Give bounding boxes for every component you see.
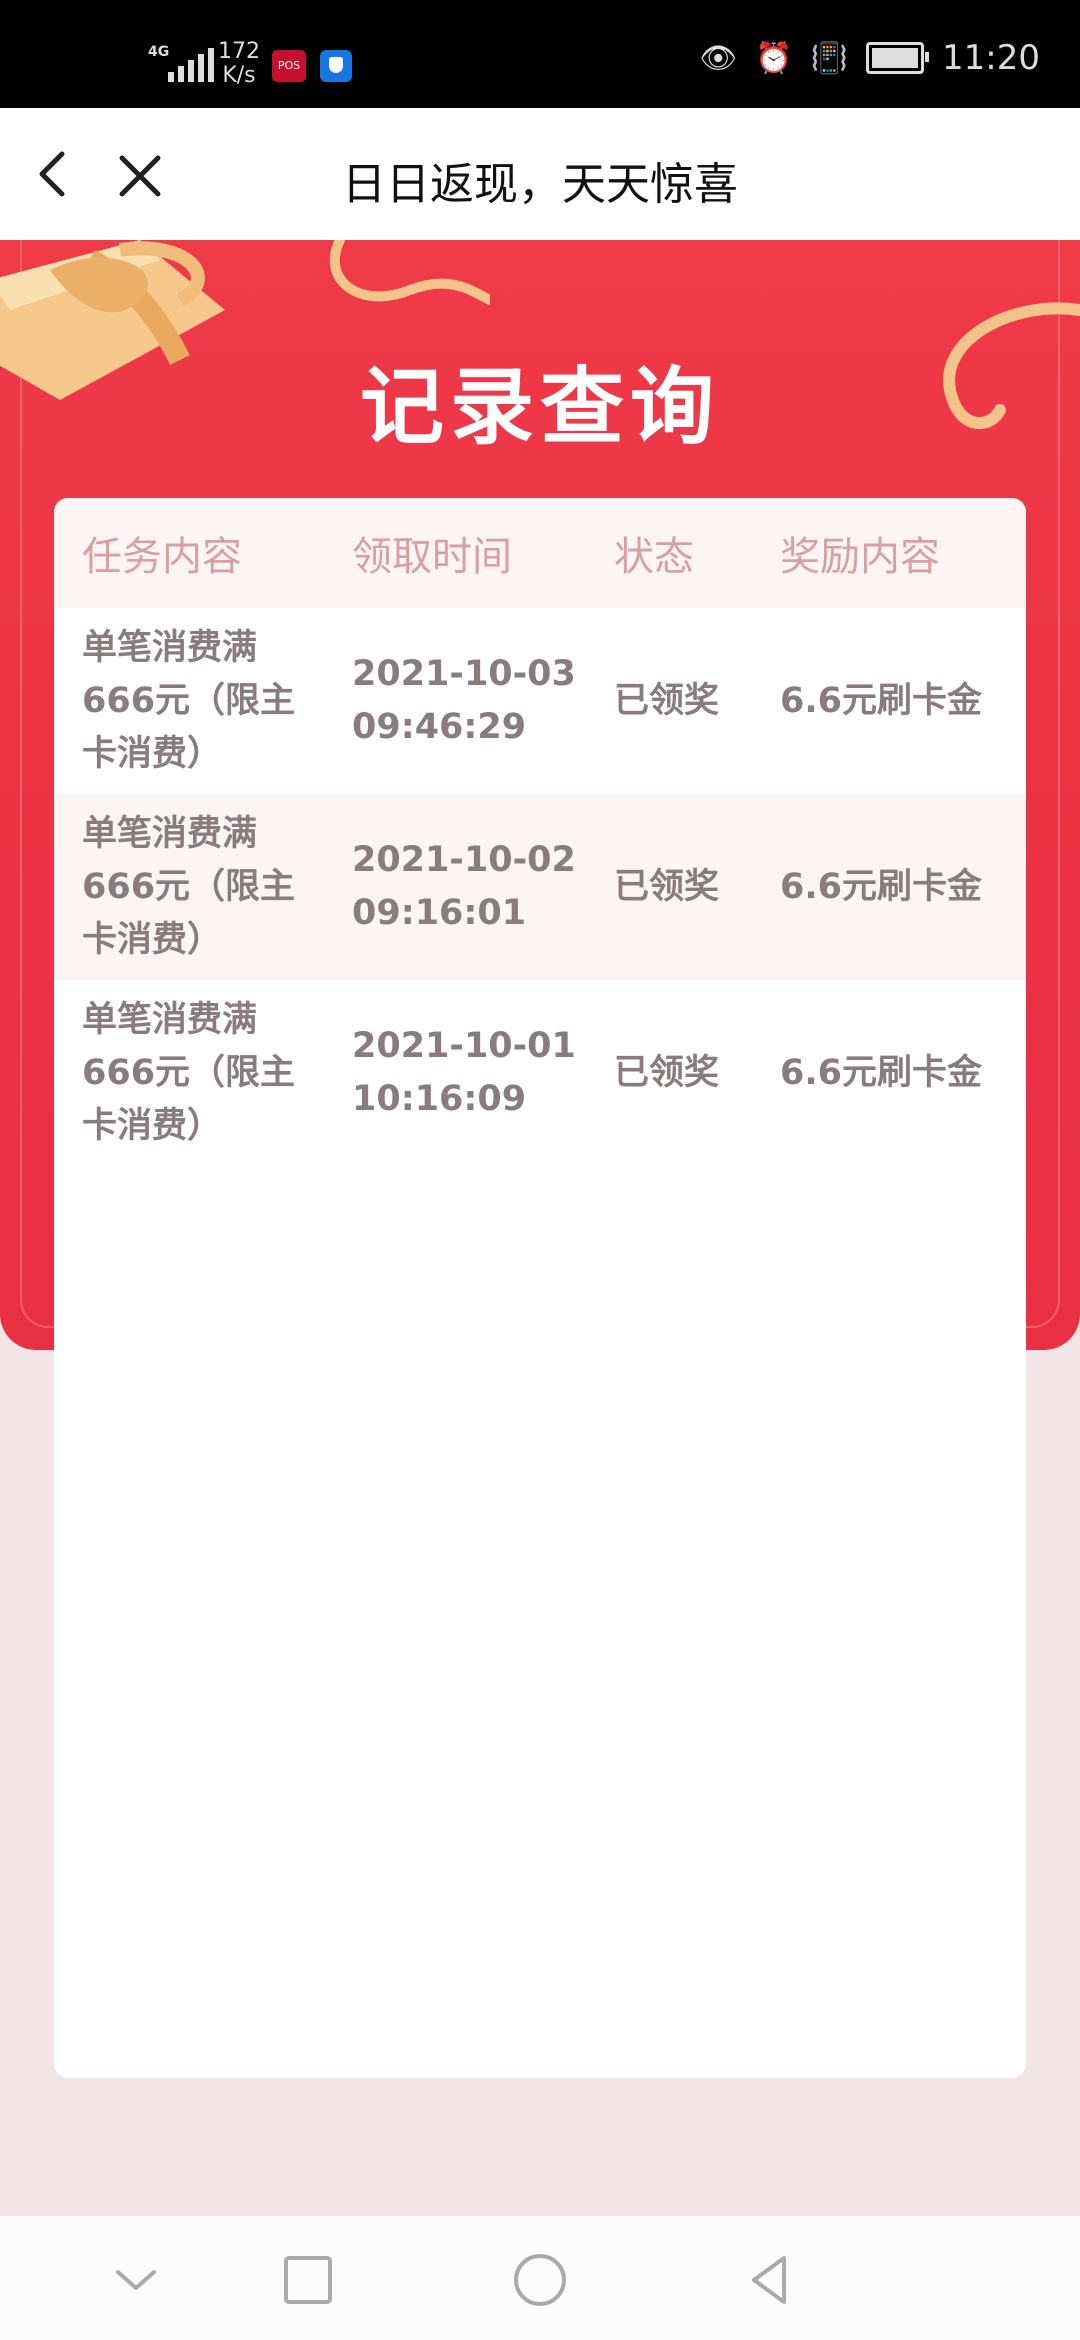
header-status: 状态 <box>614 534 694 580</box>
time-cell: 2021-10-02 09:16:01 <box>352 840 576 933</box>
signal-icon <box>168 48 214 82</box>
reward-cell: 6.6元刷卡金 <box>780 1052 983 1093</box>
time-cell: 2021-10-01 10:16:09 <box>352 1026 576 1119</box>
battery-icon <box>866 42 930 74</box>
table-row: 单笔消费满666元（限主卡消费） 2021-10-02 09:16:01 已领奖… <box>54 794 1026 980</box>
circle-icon <box>514 2254 566 2306</box>
records-table: 任务内容 领取时间 状态 奖励内容 单笔消费满666元（限主卡消费） 2021-… <box>54 498 1026 2078</box>
network-type: 4G <box>148 44 170 60</box>
page-title: 日日返现，天天惊喜 <box>342 159 738 210</box>
table-header: 任务内容 领取时间 状态 奖励内容 <box>54 498 1026 608</box>
header-reward: 奖励内容 <box>780 534 940 580</box>
banner-heading: 记录查询 <box>359 358 720 456</box>
system-nav-bar <box>0 2216 1080 2340</box>
network-speed: 172 K/s <box>218 39 260 88</box>
reward-cell: 6.6元刷卡金 <box>780 680 983 721</box>
header-time: 领取时间 <box>352 534 512 580</box>
status-bar: 4G 172 K/s POS 👁 ⏰ 📳 11:20 <box>0 0 1080 108</box>
nav-back-button[interactable] <box>742 2250 802 2310</box>
pos-app-icon: POS <box>272 50 306 82</box>
nav-recent-button[interactable] <box>278 2250 338 2310</box>
vibrate-icon: 📳 <box>810 40 849 76</box>
title-bar: 日日返现，天天惊喜 <box>0 108 1080 240</box>
reward-cell: 6.6元刷卡金 <box>780 866 983 907</box>
table-row: 单笔消费满666元（限主卡消费） 2021-10-01 10:16:09 已领奖… <box>54 980 1026 1166</box>
ribbon-decoration <box>329 240 490 305</box>
chevron-down-icon <box>116 2270 156 2290</box>
square-icon <box>284 2256 332 2304</box>
time-cell: 2021-10-03 09:46:29 <box>352 654 576 747</box>
nav-hide-button[interactable] <box>106 2250 166 2310</box>
table-row: 单笔消费满666元（限主卡消费） 2021-10-03 09:46:29 已领奖… <box>54 608 1026 794</box>
task-cell: 单笔消费满666元（限主卡消费） <box>82 999 296 1146</box>
status-cell: 已领奖 <box>614 1052 720 1093</box>
status-cell: 已领奖 <box>614 866 720 907</box>
task-cell: 单笔消费满666元（限主卡消费） <box>82 813 296 960</box>
nav-home-button[interactable] <box>510 2250 570 2310</box>
clock: 11:20 <box>942 38 1040 78</box>
status-cell: 已领奖 <box>614 680 720 721</box>
shield-app-icon <box>320 50 352 82</box>
triangle-left-icon <box>752 2256 786 2304</box>
alarm-icon: ⏰ <box>755 40 793 76</box>
eye-icon: 👁 <box>699 40 738 76</box>
header-task: 任务内容 <box>82 534 242 580</box>
task-cell: 单笔消费满666元（限主卡消费） <box>82 627 296 774</box>
